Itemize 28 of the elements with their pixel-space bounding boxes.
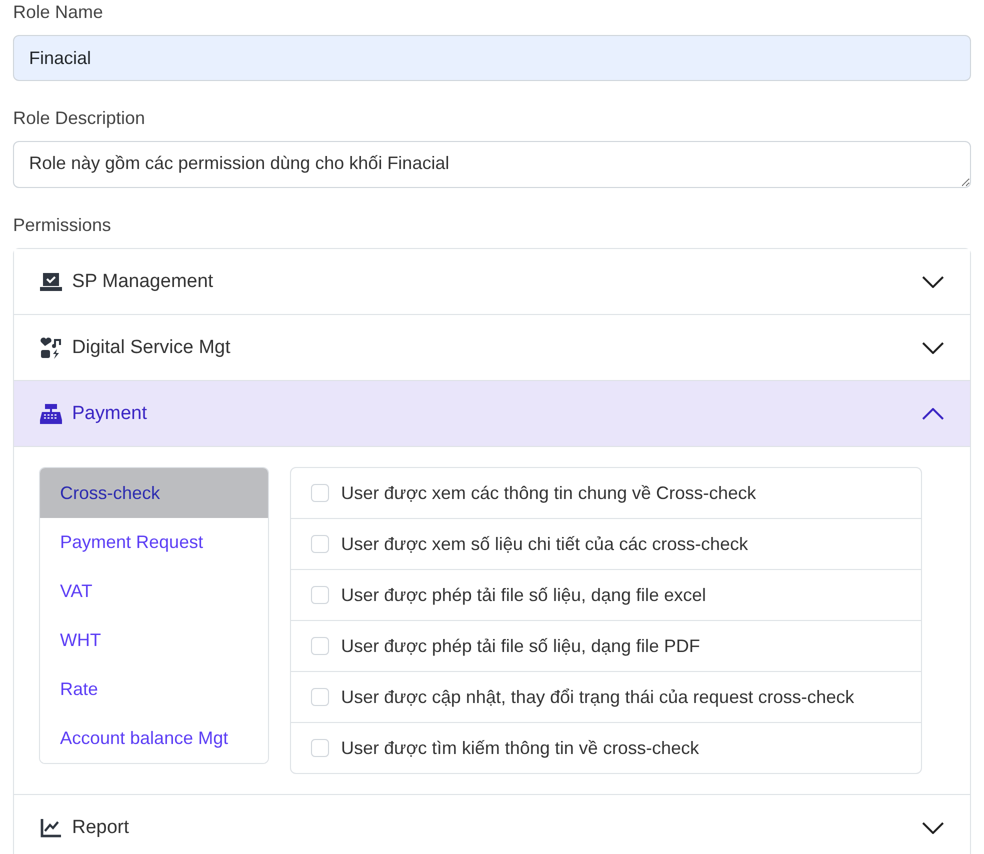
permission-label: User được cập nhật, thay đổi trạng thái của request cross-check xyxy=(341,686,854,708)
checkbox[interactable] xyxy=(311,535,329,553)
chevron-down-icon xyxy=(922,276,944,288)
subnav-item[interactable]: Cross-check xyxy=(40,468,268,518)
role-name-field[interactable]: Finacial xyxy=(13,35,971,81)
chevron-down-icon xyxy=(922,342,944,354)
permission-label: User được phép tải file số liệu, dạng file PDF xyxy=(341,636,700,656)
line-chart-icon xyxy=(40,818,62,838)
heart-music-icon xyxy=(40,336,62,358)
accordion-header[interactable]: SP Management xyxy=(14,249,970,315)
checkbox[interactable] xyxy=(311,484,329,502)
permission-label: User được tìm kiếm thông tin về cross-check xyxy=(341,738,699,758)
field-label: Role Name xyxy=(13,1,104,24)
laptop-check-icon xyxy=(40,272,62,292)
checkbox[interactable] xyxy=(311,688,329,706)
cash-register-icon xyxy=(40,404,62,424)
field-label: Role Description xyxy=(13,107,146,130)
chevron-up-icon xyxy=(922,408,944,420)
checkbox[interactable] xyxy=(311,637,329,655)
permission-label: User được xem số liệu chi tiết của các cross-check xyxy=(341,534,748,554)
section-label: Permissions xyxy=(13,214,112,237)
checkbox[interactable] xyxy=(311,586,329,604)
permission-label: User được xem các thông tin chung về Cross-check xyxy=(341,482,756,504)
chevron-down-icon xyxy=(922,822,944,834)
role-description-field[interactable]: Role này gồm các permission dùng cho khối Finacial xyxy=(13,141,971,188)
accordion-header[interactable]: Payment xyxy=(14,381,970,447)
checkbox[interactable] xyxy=(311,739,329,757)
permission-label: User được phép tải file số liệu, dạng file excel xyxy=(341,584,706,606)
